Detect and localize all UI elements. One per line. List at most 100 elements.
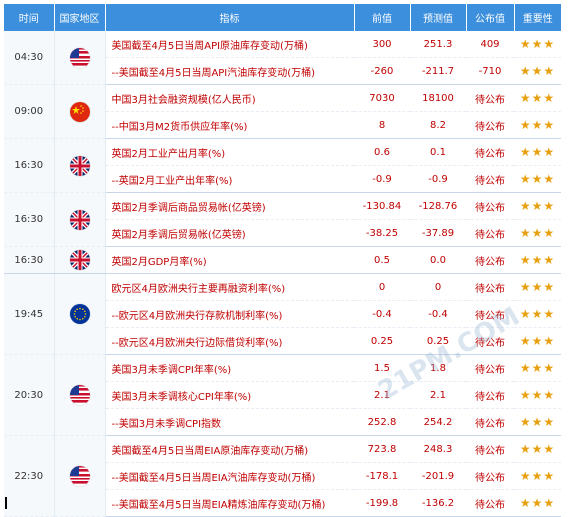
country-cell xyxy=(54,192,106,247)
previous-value: -178.1 xyxy=(354,462,410,490)
release-time: 22:30 xyxy=(4,435,55,517)
previous-value: 723.8 xyxy=(354,435,410,463)
country-cell xyxy=(54,354,106,436)
importance-rating: ★★★ xyxy=(514,111,561,139)
header-previous: 前值 xyxy=(354,4,411,31)
forecast-value: 0.0 xyxy=(410,246,466,274)
forecast-value: 0.25 xyxy=(410,327,466,355)
release-time: 19:45 xyxy=(4,273,55,355)
forecast-value: 0.1 xyxy=(410,138,466,166)
eu-flag-icon xyxy=(69,304,90,324)
importance-rating: ★★★ xyxy=(514,246,561,274)
forecast-value: -211.7 xyxy=(410,57,466,85)
table-row: 20:30 美国3月未季调CPI年率(%) 1.5 1.8 待公布 ★★★ xyxy=(4,354,561,436)
country-cell xyxy=(54,84,106,139)
importance-rating: ★★★ xyxy=(514,273,561,301)
importance-rating: ★★★ xyxy=(514,138,561,166)
table-row: 19:45 欧元区4月欧洲央行主要再融资利率(%) 0 0 待公布 ★★★ xyxy=(4,273,561,355)
previous-value: -260 xyxy=(354,57,410,85)
importance-rating: ★★★ xyxy=(514,84,561,112)
forecast-value: -0.9 xyxy=(410,165,466,193)
forecast-value: -136.2 xyxy=(410,489,466,517)
importance-rating: ★★★ xyxy=(514,57,561,85)
actual-value: 待公布 xyxy=(466,165,514,193)
importance-rating: ★★★ xyxy=(514,381,561,409)
us-flag-icon xyxy=(69,47,90,68)
importance-rating: ★★★ xyxy=(514,489,561,517)
actual-value: 待公布 xyxy=(466,408,514,436)
country-cell xyxy=(54,138,106,193)
header-forecast: 预测值 xyxy=(410,4,467,31)
indicator-name: --美国截至4月5日当周EIA精炼油库存变动(万桶) xyxy=(105,489,354,517)
forecast-value: 2.1 xyxy=(410,381,466,409)
actual-value: 待公布 xyxy=(466,489,514,517)
importance-rating: ★★★ xyxy=(514,300,561,328)
star-icon: ★★★ xyxy=(519,496,556,510)
uk-flag-icon xyxy=(69,209,90,230)
previous-value: 300 xyxy=(354,31,410,58)
forecast-value: -128.76 xyxy=(410,192,466,220)
star-icon: ★★★ xyxy=(519,199,556,213)
forecast-value: 248.3 xyxy=(410,435,466,463)
importance-rating: ★★★ xyxy=(514,435,561,463)
actual-value: 待公布 xyxy=(466,381,514,409)
star-icon: ★★★ xyxy=(519,91,556,105)
country-cell xyxy=(54,31,106,85)
previous-value: 8 xyxy=(354,111,410,139)
indicator-name: 美国3月未季调核心CPI年率(%) xyxy=(105,381,354,409)
table-row: 04:30 美国截至4月5日当周API原油库存变动(万桶) 300 251.3 409 ★… xyxy=(4,31,561,85)
importance-rating: ★★★ xyxy=(514,408,561,436)
indicator-name: --美国截至4月5日当周API汽油库存变动(万桶) xyxy=(105,57,354,85)
forecast-value: -37.89 xyxy=(410,219,466,247)
forecast-value: 251.3 xyxy=(410,31,466,58)
star-icon: ★★★ xyxy=(519,442,556,456)
actual-value: 待公布 xyxy=(466,192,514,220)
calendar-page: 时间 国家地区 指标 前值 预测值 公布值 重要性 04:30 美国截至4月5日当… xyxy=(0,4,568,517)
star-icon: ★★★ xyxy=(519,334,556,348)
table-row: 22:30 美国截至4月5日当周EIA原油库存变动(万桶) 723.8 248.3 待公… xyxy=(4,435,561,517)
star-icon: ★★★ xyxy=(519,415,556,429)
star-icon: ★★★ xyxy=(519,118,556,132)
star-icon: ★★★ xyxy=(519,280,556,294)
forecast-value: 8.2 xyxy=(410,111,466,139)
text-cursor xyxy=(5,497,7,509)
importance-rating: ★★★ xyxy=(514,31,561,58)
importance-rating: ★★★ xyxy=(514,462,561,490)
previous-value: -38.25 xyxy=(354,219,410,247)
country-cell xyxy=(54,273,106,355)
uk-flag-icon xyxy=(69,250,90,270)
table-row: 16:30 英国2月GDP月率(%) 0.5 0.0 待公布 ★★★ xyxy=(4,246,561,274)
table-row: 16:30 英国2月季调后商品贸易帐(亿英镑) -130.84 -128.76 待公布 ★… xyxy=(4,192,561,247)
importance-rating: ★★★ xyxy=(514,327,561,355)
indicator-name: --美国截至4月5日当周EIA汽油库存变动(万桶) xyxy=(105,462,354,490)
header-importance: 重要性 xyxy=(514,4,561,31)
table-body: 04:30 美国截至4月5日当周API原油库存变动(万桶) 300 251.3 409 ★… xyxy=(4,31,561,517)
actual-value: 待公布 xyxy=(466,435,514,463)
indicator-name: --中国3月M2货币供应年率(%) xyxy=(105,111,354,139)
star-icon: ★★★ xyxy=(519,469,556,483)
indicator-name: 英国2月工业产出月率(%) xyxy=(105,138,354,166)
indicator-name: --欧元区4月欧洲央行存款机制利率(%) xyxy=(105,300,354,328)
actual-value: 待公布 xyxy=(466,111,514,139)
previous-value: 1.5 xyxy=(354,354,410,382)
indicator-name: 欧元区4月欧洲央行主要再融资利率(%) xyxy=(105,273,354,301)
actual-value: 409 xyxy=(466,31,514,58)
actual-value: 待公布 xyxy=(466,462,514,490)
country-cell xyxy=(54,246,106,274)
actual-value: 待公布 xyxy=(466,354,514,382)
actual-value: 待公布 xyxy=(466,84,514,112)
star-icon: ★★★ xyxy=(519,172,556,186)
indicator-name: 美国截至4月5日当周API原油库存变动(万桶) xyxy=(105,31,354,58)
star-icon: ★★★ xyxy=(519,145,556,159)
actual-value: 待公布 xyxy=(466,273,514,301)
header-time: 时间 xyxy=(4,4,55,31)
forecast-value: 0 xyxy=(410,273,466,301)
forecast-value: -0.4 xyxy=(410,300,466,328)
release-time: 16:30 xyxy=(4,138,55,193)
actual-value: 待公布 xyxy=(466,138,514,166)
star-icon: ★★★ xyxy=(519,253,556,267)
star-icon: ★★★ xyxy=(519,388,556,402)
indicator-name: 美国截至4月5日当周EIA原油库存变动(万桶) xyxy=(105,435,354,463)
release-time: 20:30 xyxy=(4,354,55,436)
previous-value: 0.5 xyxy=(354,246,410,274)
